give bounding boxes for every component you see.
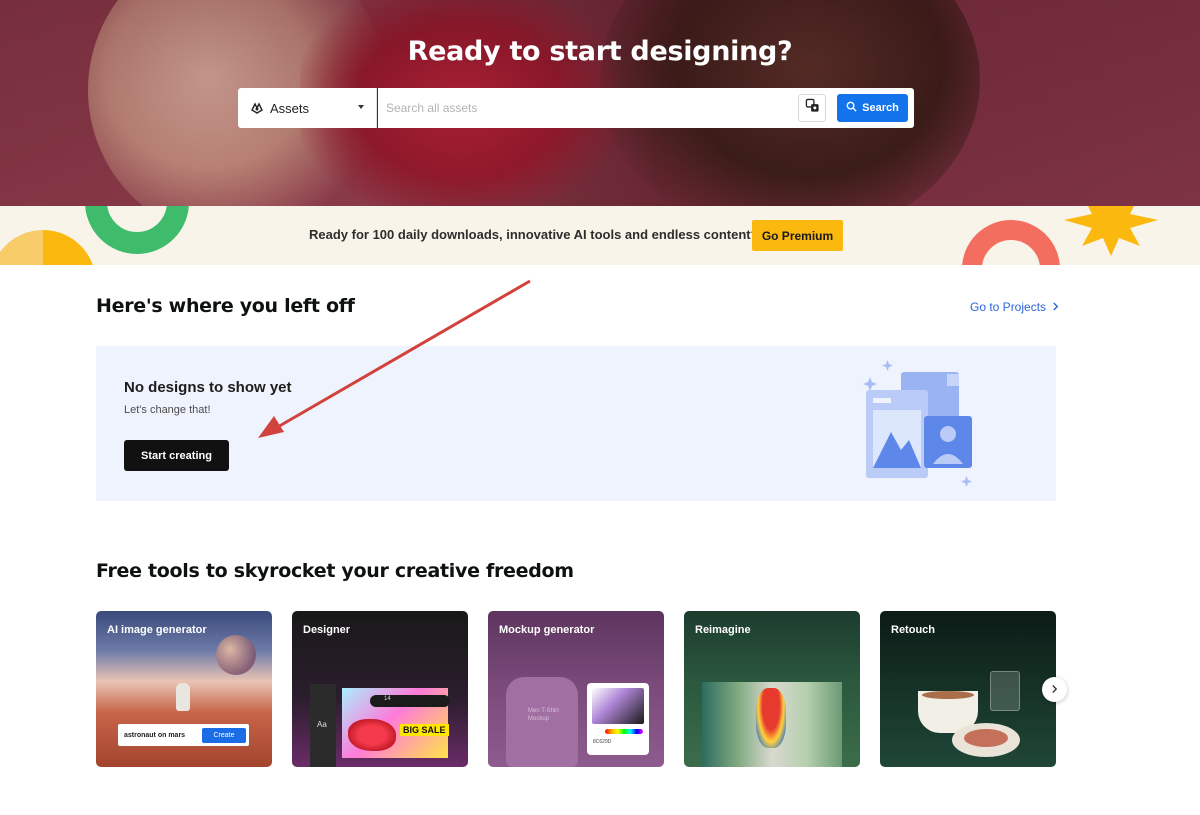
tool-card-label: Mockup generator (499, 624, 595, 636)
search-icon (846, 101, 857, 115)
image-search-button[interactable] (798, 94, 826, 122)
search-bar: Assets Search (238, 88, 914, 128)
image-search-icon (805, 98, 820, 118)
decorative-star (1064, 206, 1158, 256)
glass-image (990, 671, 1020, 711)
asset-type-label: Assets (270, 100, 310, 116)
decorative-circle-yellow (0, 230, 96, 265)
carousel-next-button[interactable] (1042, 677, 1067, 702)
tool-card-retouch[interactable]: Retouch (880, 611, 1056, 767)
tool-card-label: Reimagine (695, 624, 751, 636)
premium-banner: Ready for 100 daily downloads, innovativ… (0, 206, 1200, 265)
tools-title: Free tools to skyrocket your creative fr… (96, 560, 574, 582)
tool-card-ai-image-generator[interactable]: AI image generator astronaut on mars Cre… (96, 611, 272, 767)
sale-badge: BIG SALE (400, 724, 449, 736)
tool-card-label: Retouch (891, 624, 935, 636)
search-input[interactable] (377, 88, 798, 128)
go-to-projects-label: Go to Projects (970, 300, 1047, 314)
search-button[interactable]: Search (837, 94, 908, 122)
chevron-right-icon (1052, 300, 1059, 314)
empty-designs-card: No designs to show yet Let's change that… (96, 346, 1056, 501)
shoe-image (348, 719, 396, 751)
go-to-projects-link[interactable]: Go to Projects (970, 300, 1059, 314)
prompt-preview: astronaut on mars Create (118, 724, 249, 746)
empty-state-subtitle: Let's change that! (124, 404, 211, 416)
tool-card-designer[interactable]: Designer Aa 14 BIG SALE (292, 611, 468, 767)
chevron-right-icon (1051, 681, 1058, 699)
empty-designs-illustration (863, 360, 972, 487)
premium-banner-text: Ready for 100 daily downloads, innovativ… (309, 227, 759, 242)
decorative-ring-salmon (962, 220, 1060, 265)
astronaut-figure (176, 683, 190, 711)
tool-card-label: Designer (303, 624, 351, 636)
tool-card-reimagine[interactable]: Reimagine (684, 611, 860, 767)
color-picker-preview: 8C629D (587, 683, 649, 755)
editor-toolbar-preview: 14 (370, 695, 450, 707)
tool-card-label: AI image generator (107, 624, 207, 636)
tools-carousel: AI image generator astronaut on mars Cre… (96, 611, 1057, 767)
chevron-down-icon (358, 105, 364, 109)
start-creating-button[interactable]: Start creating (124, 440, 229, 471)
decorative-ring-green (85, 206, 189, 254)
left-off-title: Here's where you left off (96, 295, 355, 317)
go-premium-button[interactable]: Go Premium (752, 220, 843, 251)
tshirt-mockup: Men T-Shirt Mockup (506, 677, 578, 767)
hero-title: Ready to start designing? (407, 36, 793, 67)
hero-banner: Ready to start designing? Assets Search (0, 0, 1200, 206)
assets-icon (250, 101, 264, 115)
editor-side-panel: Aa (310, 684, 336, 767)
empty-state-title: No designs to show yet (124, 379, 292, 396)
tool-card-mockup-generator[interactable]: Mockup generator Men T-Shirt Mockup 8C62… (488, 611, 664, 767)
asset-type-select[interactable]: Assets (238, 88, 377, 128)
parrot-image (756, 688, 786, 748)
search-button-label: Search (862, 102, 899, 114)
